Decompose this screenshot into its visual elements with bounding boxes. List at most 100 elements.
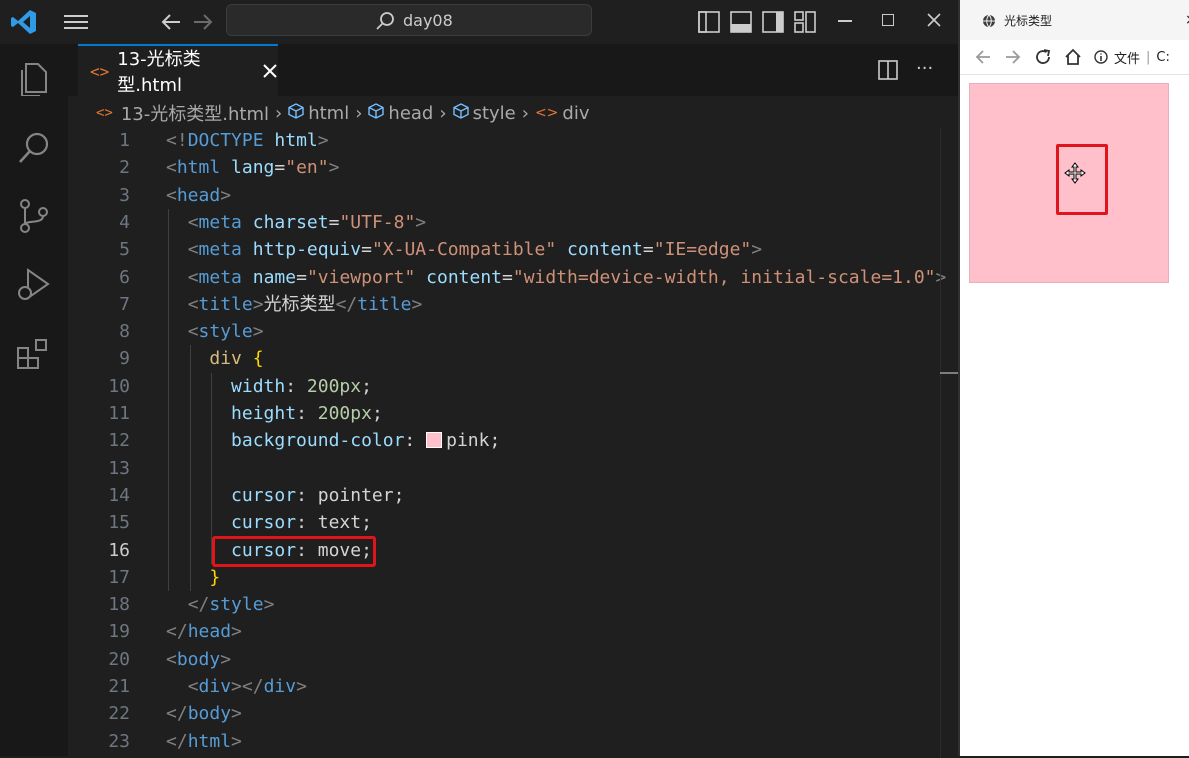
code-token: > (252, 321, 264, 343)
line-number: 7 (119, 293, 130, 315)
close-tab-icon[interactable] (262, 63, 278, 79)
code-token: content (567, 239, 643, 261)
url-text: C: (1156, 49, 1170, 65)
toggle-secondary-sidebar-icon[interactable] (762, 11, 784, 33)
code-text: <meta charset="UTF-8"> (166, 209, 426, 236)
code-token: < (166, 648, 177, 670)
css-selector-icon: <> (534, 105, 559, 121)
url-scheme-label: 文件 (1114, 51, 1141, 67)
code-line[interactable]: 7 <title>光标类型</title> (68, 291, 943, 318)
code-line[interactable]: 9 div { (68, 345, 943, 372)
search-text: day08 (403, 11, 453, 30)
breadcrumb-item-style[interactable]: style (452, 103, 516, 124)
close-tab-icon[interactable]: × (1185, 12, 1189, 28)
code-line[interactable]: 3 <head> (68, 182, 943, 209)
code-line[interactable]: 21 <div></div> (68, 673, 943, 700)
code-token: </ (166, 621, 188, 643)
reload-icon[interactable] (1032, 46, 1054, 68)
breadcrumb-item-head[interactable]: head (368, 103, 433, 124)
code-text: } (166, 564, 220, 591)
code-line[interactable]: 5 <meta http-equiv="X-UA-Compatible" con… (68, 236, 943, 263)
code-line[interactable]: 23 </html> (68, 728, 943, 755)
code-line[interactable]: 15 cursor: text; (68, 509, 943, 536)
toggle-panel-icon[interactable] (730, 11, 752, 33)
code-token: { (252, 348, 264, 370)
code-line[interactable]: 19 </head> (68, 618, 943, 645)
back-arrow-icon[interactable] (160, 12, 182, 32)
breadcrumb-item-file[interactable]: <> 13-光标类型.html (96, 100, 269, 126)
scrollbar[interactable] (940, 128, 959, 758)
code-text: </html> (166, 728, 242, 755)
color-swatch-icon[interactable] (426, 432, 443, 449)
toggle-primary-sidebar-icon[interactable] (698, 11, 720, 33)
forward-arrow-icon[interactable] (192, 12, 214, 32)
code-token: < (166, 157, 177, 179)
editor-area: <> 13-光标类型.html ··· <> 13-光标类型.html › ht… (68, 44, 959, 758)
address-bar[interactable]: 文件 | C: (1094, 48, 1170, 67)
code-line[interactable]: 8 <style> (68, 318, 943, 345)
tab-active-file[interactable]: <> 13-光标类型.html (78, 44, 278, 96)
code-line[interactable]: 16 cursor: move; (68, 537, 943, 564)
code-line[interactable]: 13 (68, 455, 943, 482)
code-token: html (274, 130, 318, 151)
line-number: 4 (119, 211, 130, 233)
menu-icon[interactable] (64, 13, 90, 31)
home-icon[interactable] (1062, 46, 1084, 68)
code-token: head (176, 184, 221, 206)
code-line[interactable]: 20 <body> (68, 646, 943, 673)
close-window-icon[interactable] (926, 12, 942, 28)
run-debug-icon[interactable] (16, 266, 52, 302)
breadcrumb: <> 13-光标类型.html › html › head › style › … (96, 100, 590, 126)
line-number: 10 (108, 375, 130, 397)
breadcrumb-item-div[interactable]: <> div (535, 103, 590, 124)
explorer-icon[interactable] (16, 60, 52, 97)
scrollbar-thumb[interactable] (940, 372, 958, 374)
maximize-icon[interactable] (882, 14, 894, 26)
browser-tab[interactable]: 光标类型 × (960, 0, 1189, 40)
code-token: = (328, 211, 340, 233)
code-token: name (252, 266, 297, 288)
split-editor-icon[interactable] (878, 60, 898, 80)
breadcrumb-item-html[interactable]: html (288, 103, 349, 124)
chevron-right-icon: › (274, 102, 283, 124)
code-token: "width=device-width, initial-scale=1.0" (512, 266, 936, 288)
back-arrow-icon[interactable] (972, 46, 994, 68)
code-editor[interactable]: 1 <!DOCTYPE html> 2 <html lang="en"> 3 <head>… (68, 126, 958, 756)
code-line[interactable]: 10 width: 200px; (68, 373, 943, 400)
customize-layout-icon[interactable] (794, 11, 816, 33)
forward-arrow-icon[interactable] (1002, 46, 1024, 68)
code-line[interactable]: 22 </body> (68, 700, 943, 727)
code-line[interactable]: 6 <meta name="viewport" content="width=d… (68, 264, 946, 291)
source-control-icon[interactable] (16, 198, 52, 234)
code-line[interactable]: 11 height: 200px; (68, 400, 943, 427)
code-token: > (317, 130, 329, 151)
code-line[interactable]: 4 <meta charset="UTF-8"> (68, 209, 943, 236)
code-line[interactable]: 14 cursor: pointer; (68, 482, 943, 509)
code-line[interactable]: 1 <!DOCTYPE html> (68, 127, 943, 154)
code-text: <meta http-equiv="X-UA-Compatible" conte… (166, 236, 762, 263)
cube-icon (288, 102, 304, 124)
more-actions-icon[interactable]: ··· (916, 60, 938, 80)
code-token: 200px (306, 375, 362, 397)
browser-tab-title: 光标类型 (1004, 13, 1053, 28)
code-line[interactable]: 17 } (68, 564, 943, 591)
code-text: div { (166, 345, 264, 372)
line-number: 17 (108, 566, 130, 588)
code-token: } (209, 566, 221, 588)
code-token: < (187, 676, 199, 697)
code-token: "X-UA-Compatible" (371, 239, 557, 261)
line-number: 2 (119, 157, 130, 179)
code-text: <body> (166, 646, 231, 673)
code-line[interactable]: 2 <html lang="en"> (68, 154, 943, 181)
code-line[interactable]: 12 background-color: pink; (68, 427, 943, 454)
code-token: ; (393, 484, 405, 506)
code-line[interactable]: 18 </style> (68, 591, 943, 618)
code-text: <div></div> (166, 673, 307, 700)
search-view-icon[interactable] (16, 130, 52, 166)
line-number: 12 (108, 430, 130, 452)
extensions-icon[interactable] (16, 336, 52, 372)
minimize-icon[interactable] (838, 20, 852, 22)
command-center-search[interactable]: day08 (226, 4, 592, 36)
